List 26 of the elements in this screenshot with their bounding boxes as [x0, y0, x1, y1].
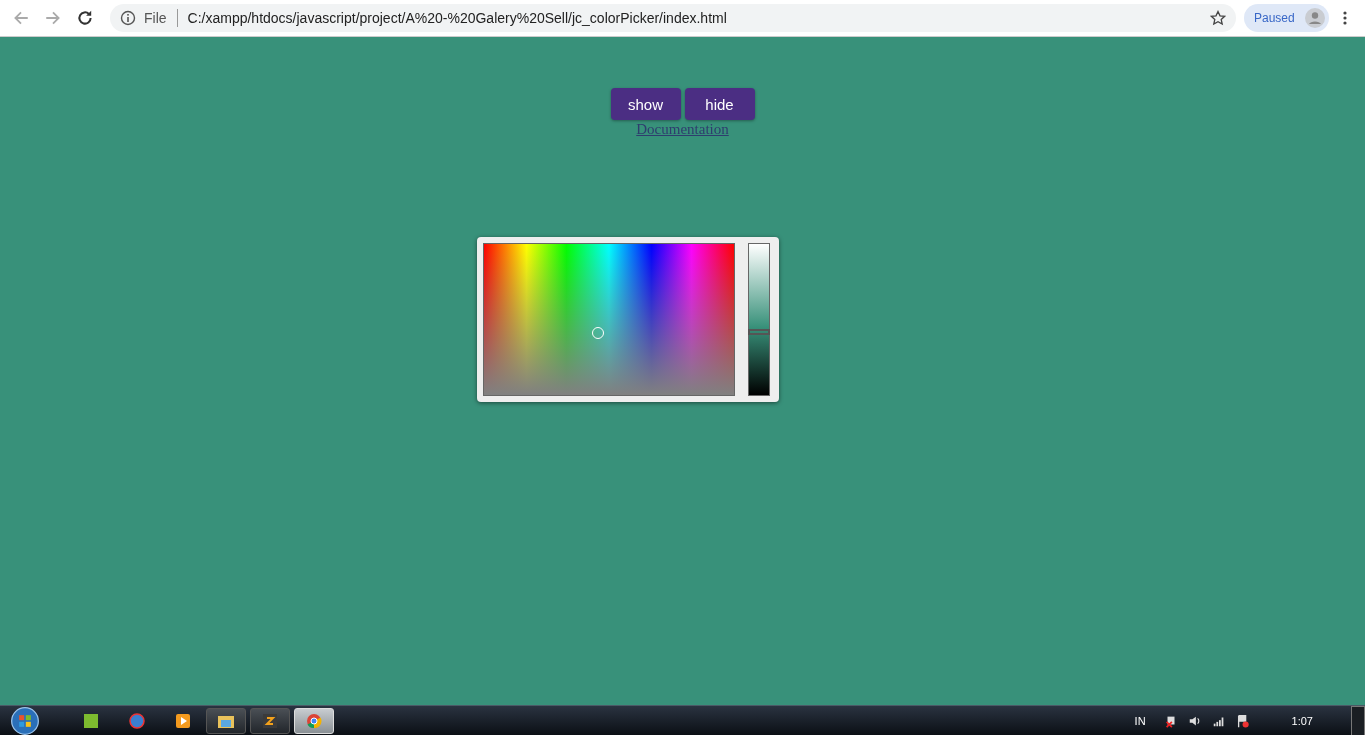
scheme-label: File	[144, 10, 167, 26]
slider-handle[interactable]	[748, 328, 770, 335]
hide-button[interactable]: hide	[684, 88, 755, 120]
editor-icon	[261, 712, 279, 729]
address-bar[interactable]: File C:/xampp/htdocs/javascript/project/A%20-%20Galery%20Sell/jc_colorPicker/index.html	[110, 4, 1236, 32]
info-icon[interactable]	[120, 10, 136, 26]
taskbar-window-button[interactable]	[206, 707, 246, 734]
show-button[interactable]: show	[610, 88, 681, 120]
avatar-icon	[1304, 8, 1325, 28]
star-icon[interactable]	[1210, 10, 1226, 26]
clock-time[interactable]: 1:07	[1291, 714, 1313, 727]
menu-icon[interactable]	[1342, 10, 1347, 26]
profile-button[interactable]: Paused	[1244, 4, 1329, 32]
show-desktop-button[interactable]	[1351, 705, 1365, 735]
start-orb-icon[interactable]	[8, 705, 42, 735]
language-indicator[interactable]: IN	[1134, 714, 1146, 727]
color-spectrum[interactable]	[483, 243, 735, 396]
taskbar-window-button[interactable]	[250, 707, 290, 734]
url-text: C:/xampp/htdocs/javascript/project/A%20-%20Galery%20Sell/jc_colorPicker/index.html	[187, 10, 728, 26]
browser-icon	[305, 712, 323, 729]
leaf-icon	[83, 712, 99, 729]
reload-icon[interactable]	[76, 9, 94, 27]
play-icon	[175, 712, 191, 729]
flag-icon[interactable]	[1235, 713, 1250, 728]
shade-slider[interactable]	[748, 243, 770, 396]
globe-icon	[129, 712, 145, 729]
